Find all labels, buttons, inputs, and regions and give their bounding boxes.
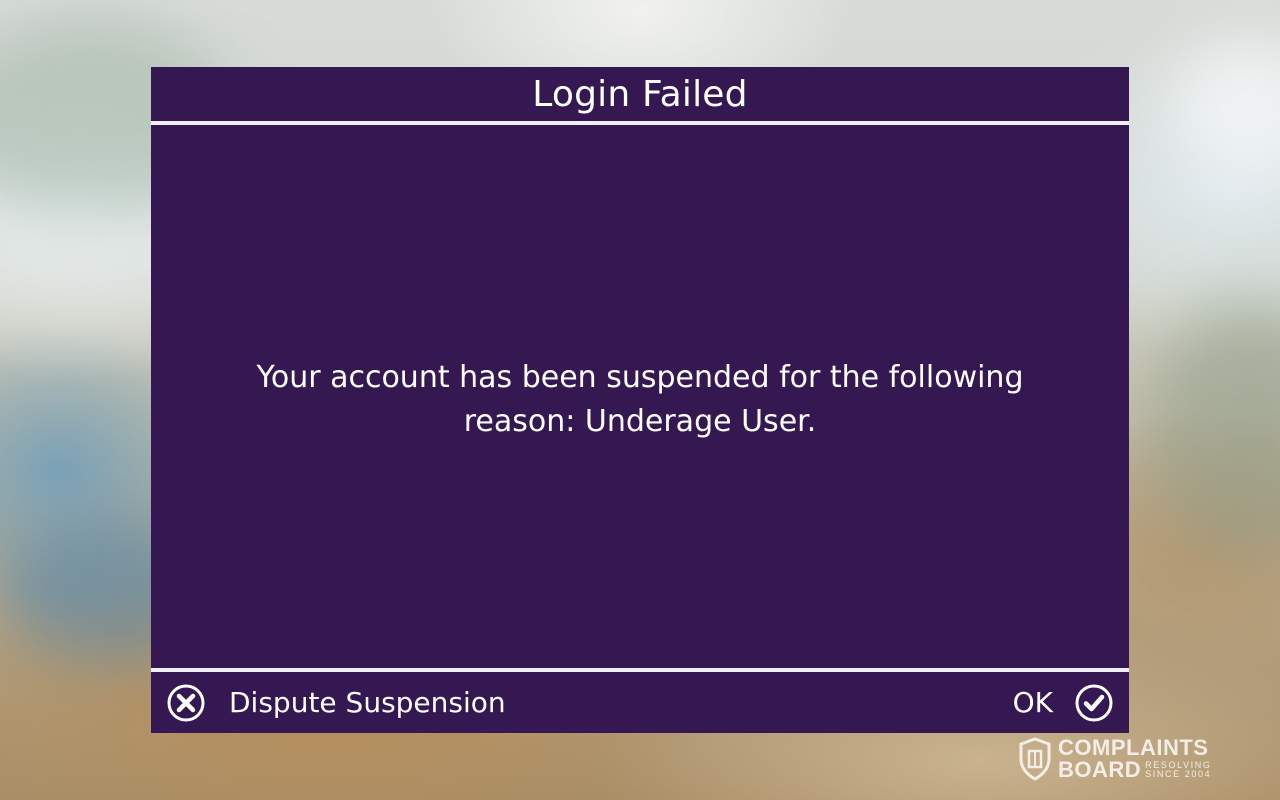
background-blur-patch: [1150, 300, 1280, 560]
watermark-tagline: RESOLVING SINCE 2004: [1141, 761, 1211, 779]
watermark-line-2: BOARD RESOLVING SINCE 2004: [1058, 759, 1211, 781]
ok-button[interactable]: OK: [1013, 672, 1113, 733]
watermark-line-1: COMPLAINTS: [1058, 737, 1211, 759]
shield-icon: [1019, 737, 1051, 781]
watermark-brand-line1: COMPLAINTS: [1058, 735, 1209, 760]
check-circle-icon: [1075, 684, 1113, 721]
watermark-tagline-2: SINCE 2004: [1145, 769, 1212, 779]
login-failed-dialog: Login Failed Your account has been suspe…: [151, 67, 1129, 733]
dispute-suspension-label: Dispute Suspension: [229, 685, 506, 719]
complaints-board-watermark: COMPLAINTS BOARD RESOLVING SINCE 2004: [1018, 735, 1238, 783]
suspension-message: Your account has been suspended for the …: [256, 359, 1024, 439]
dialog-footer: Dispute Suspension OK: [151, 672, 1129, 733]
dispute-suspension-button[interactable]: Dispute Suspension: [167, 672, 506, 733]
background-blur-patch: [1170, 40, 1280, 180]
dialog-title: Login Failed: [532, 74, 748, 115]
dialog-body: Your account has been suspended for the …: [151, 125, 1129, 668]
close-circle-icon: [167, 684, 205, 721]
dialog-header: Login Failed: [151, 67, 1129, 121]
ok-label: OK: [1012, 685, 1053, 719]
watermark-brand-line2: BOARD: [1058, 757, 1142, 782]
watermark-text: COMPLAINTS BOARD RESOLVING SINCE 2004: [1058, 737, 1211, 781]
